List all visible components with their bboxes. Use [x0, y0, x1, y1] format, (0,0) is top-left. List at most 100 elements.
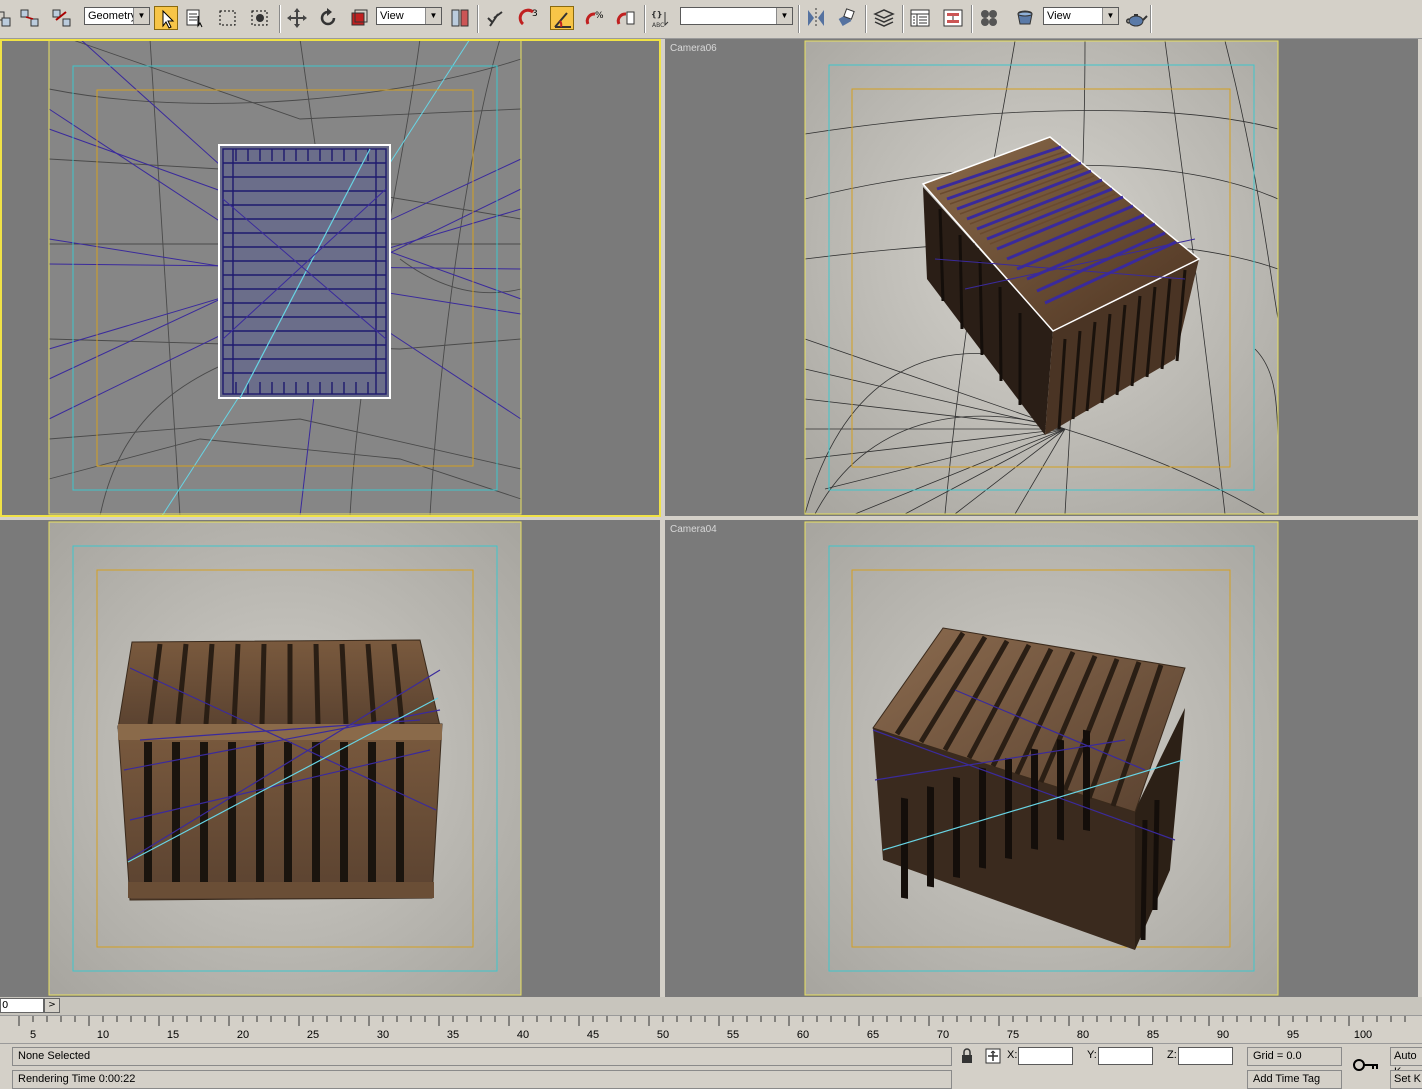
grid-spacing-text: Grid = 0.0 [1253, 1050, 1302, 1062]
selection-status-text: None Selected [18, 1050, 91, 1062]
mirror-icon[interactable] [804, 6, 828, 30]
percent-snap-icon[interactable]: % [583, 6, 607, 30]
toolbar-separator [644, 5, 646, 33]
track-tick-label: 25 [306, 1029, 320, 1041]
prompt-line-text: Rendering Time 0:00:22 [18, 1073, 136, 1085]
move-icon[interactable] [285, 6, 309, 30]
rectangular-selection-icon[interactable] [216, 6, 240, 30]
absolute-mode-icon[interactable] [985, 1048, 1001, 1064]
select-object-icon[interactable] [154, 6, 178, 30]
render-setup-icon[interactable] [1013, 6, 1037, 30]
selection-filter-dropdown[interactable]: Geometry ▼ [84, 7, 150, 25]
undo-icon[interactable] [0, 6, 16, 30]
toolbar-separator [865, 5, 867, 33]
toolbar-separator [1150, 5, 1152, 33]
layer-manager-icon[interactable] [872, 6, 896, 30]
chevron-right-icon: > [48, 1000, 56, 1010]
window-crossing-icon[interactable] [248, 6, 272, 30]
y-label: Y: [1087, 1049, 1097, 1061]
viewport-camera06[interactable]: Camera06 [665, 39, 1418, 516]
viewport-label: Camera04 [670, 524, 717, 535]
spinner-snap-icon[interactable] [614, 6, 638, 30]
track-tick-label: 40 [516, 1029, 530, 1041]
edit-named-selection-icon[interactable]: {} ABC [650, 6, 674, 30]
reference-coordinate-dropdown[interactable]: View ▼ [376, 7, 442, 25]
next-frame-button[interactable]: > [44, 998, 60, 1013]
manipulate-icon[interactable] [484, 6, 508, 30]
track-tick-label: 85 [1146, 1029, 1160, 1041]
selection-filter-value: Geometry [88, 10, 137, 22]
select-link-icon[interactable] [18, 6, 42, 30]
track-tick-label: 65 [866, 1029, 880, 1041]
track-tick-label: 75 [1006, 1029, 1020, 1041]
render-preset-dropdown[interactable]: View ▼ [1043, 7, 1119, 25]
render-teapot-icon[interactable] [1124, 6, 1148, 30]
render-preset-value: View [1047, 10, 1071, 22]
track-tick-label: 30 [376, 1029, 390, 1041]
x-coordinate-field[interactable] [1018, 1047, 1073, 1065]
track-bar[interactable]: 5 10 15 20 25 30 35 40 45 50 55 60 65 70 75 80 85 90 95 100 [0, 1015, 1422, 1044]
chevron-down-icon: ▼ [1102, 8, 1118, 24]
reference-coordinate-value: View [380, 10, 404, 22]
time-slider-thumb[interactable]: 0 [0, 998, 44, 1013]
schematic-view-icon[interactable] [941, 6, 965, 30]
x-label: X: [1007, 1049, 1018, 1061]
track-tick-label: 95 [1286, 1029, 1300, 1041]
selection-status: None Selected [12, 1047, 952, 1066]
svg-text:3: 3 [532, 9, 538, 19]
viewport-camera04[interactable]: Camera04 [665, 520, 1418, 997]
frame-value: 0 [2, 1000, 9, 1011]
track-bar-ruler [18, 1016, 1406, 1026]
viewport-camera04-scene [665, 520, 1418, 997]
rotate-icon[interactable] [316, 6, 340, 30]
curve-editor-icon[interactable] [908, 6, 932, 30]
add-time-tag-label: Add Time Tag [1253, 1073, 1321, 1085]
auto-key-button[interactable]: Auto K [1390, 1047, 1422, 1078]
toolbar-separator [477, 5, 479, 33]
z-label: Z: [1167, 1049, 1177, 1061]
toolbar-separator [798, 5, 800, 33]
viewport-camera06-scene [665, 39, 1418, 516]
track-tick-label: 10 [96, 1029, 110, 1041]
grid-spacing: Grid = 0.0 [1247, 1047, 1342, 1066]
set-key-icon[interactable] [1352, 1056, 1380, 1074]
angle-snap-icon[interactable] [550, 6, 574, 30]
set-key-label: Set K [1394, 1073, 1421, 1085]
toolbar-separator [279, 5, 281, 33]
unlink-icon[interactable] [50, 6, 74, 30]
viewport-top[interactable] [0, 39, 660, 516]
track-tick-label: 80 [1076, 1029, 1090, 1041]
lock-selection-icon[interactable] [960, 1048, 974, 1064]
track-tick-label: 100 [1353, 1029, 1373, 1041]
track-tick-label: 90 [1216, 1029, 1230, 1041]
main-toolbar: Geometry ▼ View ▼ 3 % {} ABC ▼ View ▼ [0, 0, 1422, 39]
svg-text:ABC: ABC [652, 22, 664, 29]
viewport-area: Camera06 Camera04 [0, 39, 1422, 999]
track-tick-label: 45 [586, 1029, 600, 1041]
pivot-center-icon[interactable] [448, 6, 472, 30]
material-editor-icon[interactable] [977, 6, 1001, 30]
select-by-name-icon[interactable] [184, 6, 208, 30]
chevron-down-icon: ▼ [425, 8, 441, 24]
svg-text:%: % [595, 11, 604, 21]
track-tick-label: 55 [726, 1029, 740, 1041]
track-tick-label: 60 [796, 1029, 810, 1041]
named-selection-dropdown[interactable]: ▼ [680, 7, 793, 25]
toolbar-separator [971, 5, 973, 33]
time-slider[interactable]: 0 > [0, 997, 1422, 1015]
viewport-label: Camera06 [670, 43, 717, 54]
chevron-down-icon: ▼ [776, 8, 792, 24]
track-tick-label: 70 [936, 1029, 950, 1041]
svg-text:{}: {} [651, 10, 662, 19]
align-icon[interactable] [835, 6, 859, 30]
z-coordinate-field[interactable] [1178, 1047, 1233, 1065]
track-tick-label: 20 [236, 1029, 250, 1041]
viewport-front-scene [0, 520, 660, 997]
track-tick-label: 50 [656, 1029, 670, 1041]
viewport-front[interactable] [0, 520, 660, 997]
scale-icon[interactable] [347, 6, 371, 30]
snaps-toggle-icon[interactable]: 3 [518, 6, 542, 30]
y-coordinate-field[interactable] [1098, 1047, 1153, 1065]
chevron-down-icon: ▼ [133, 8, 149, 24]
viewport-top-scene [0, 39, 660, 516]
